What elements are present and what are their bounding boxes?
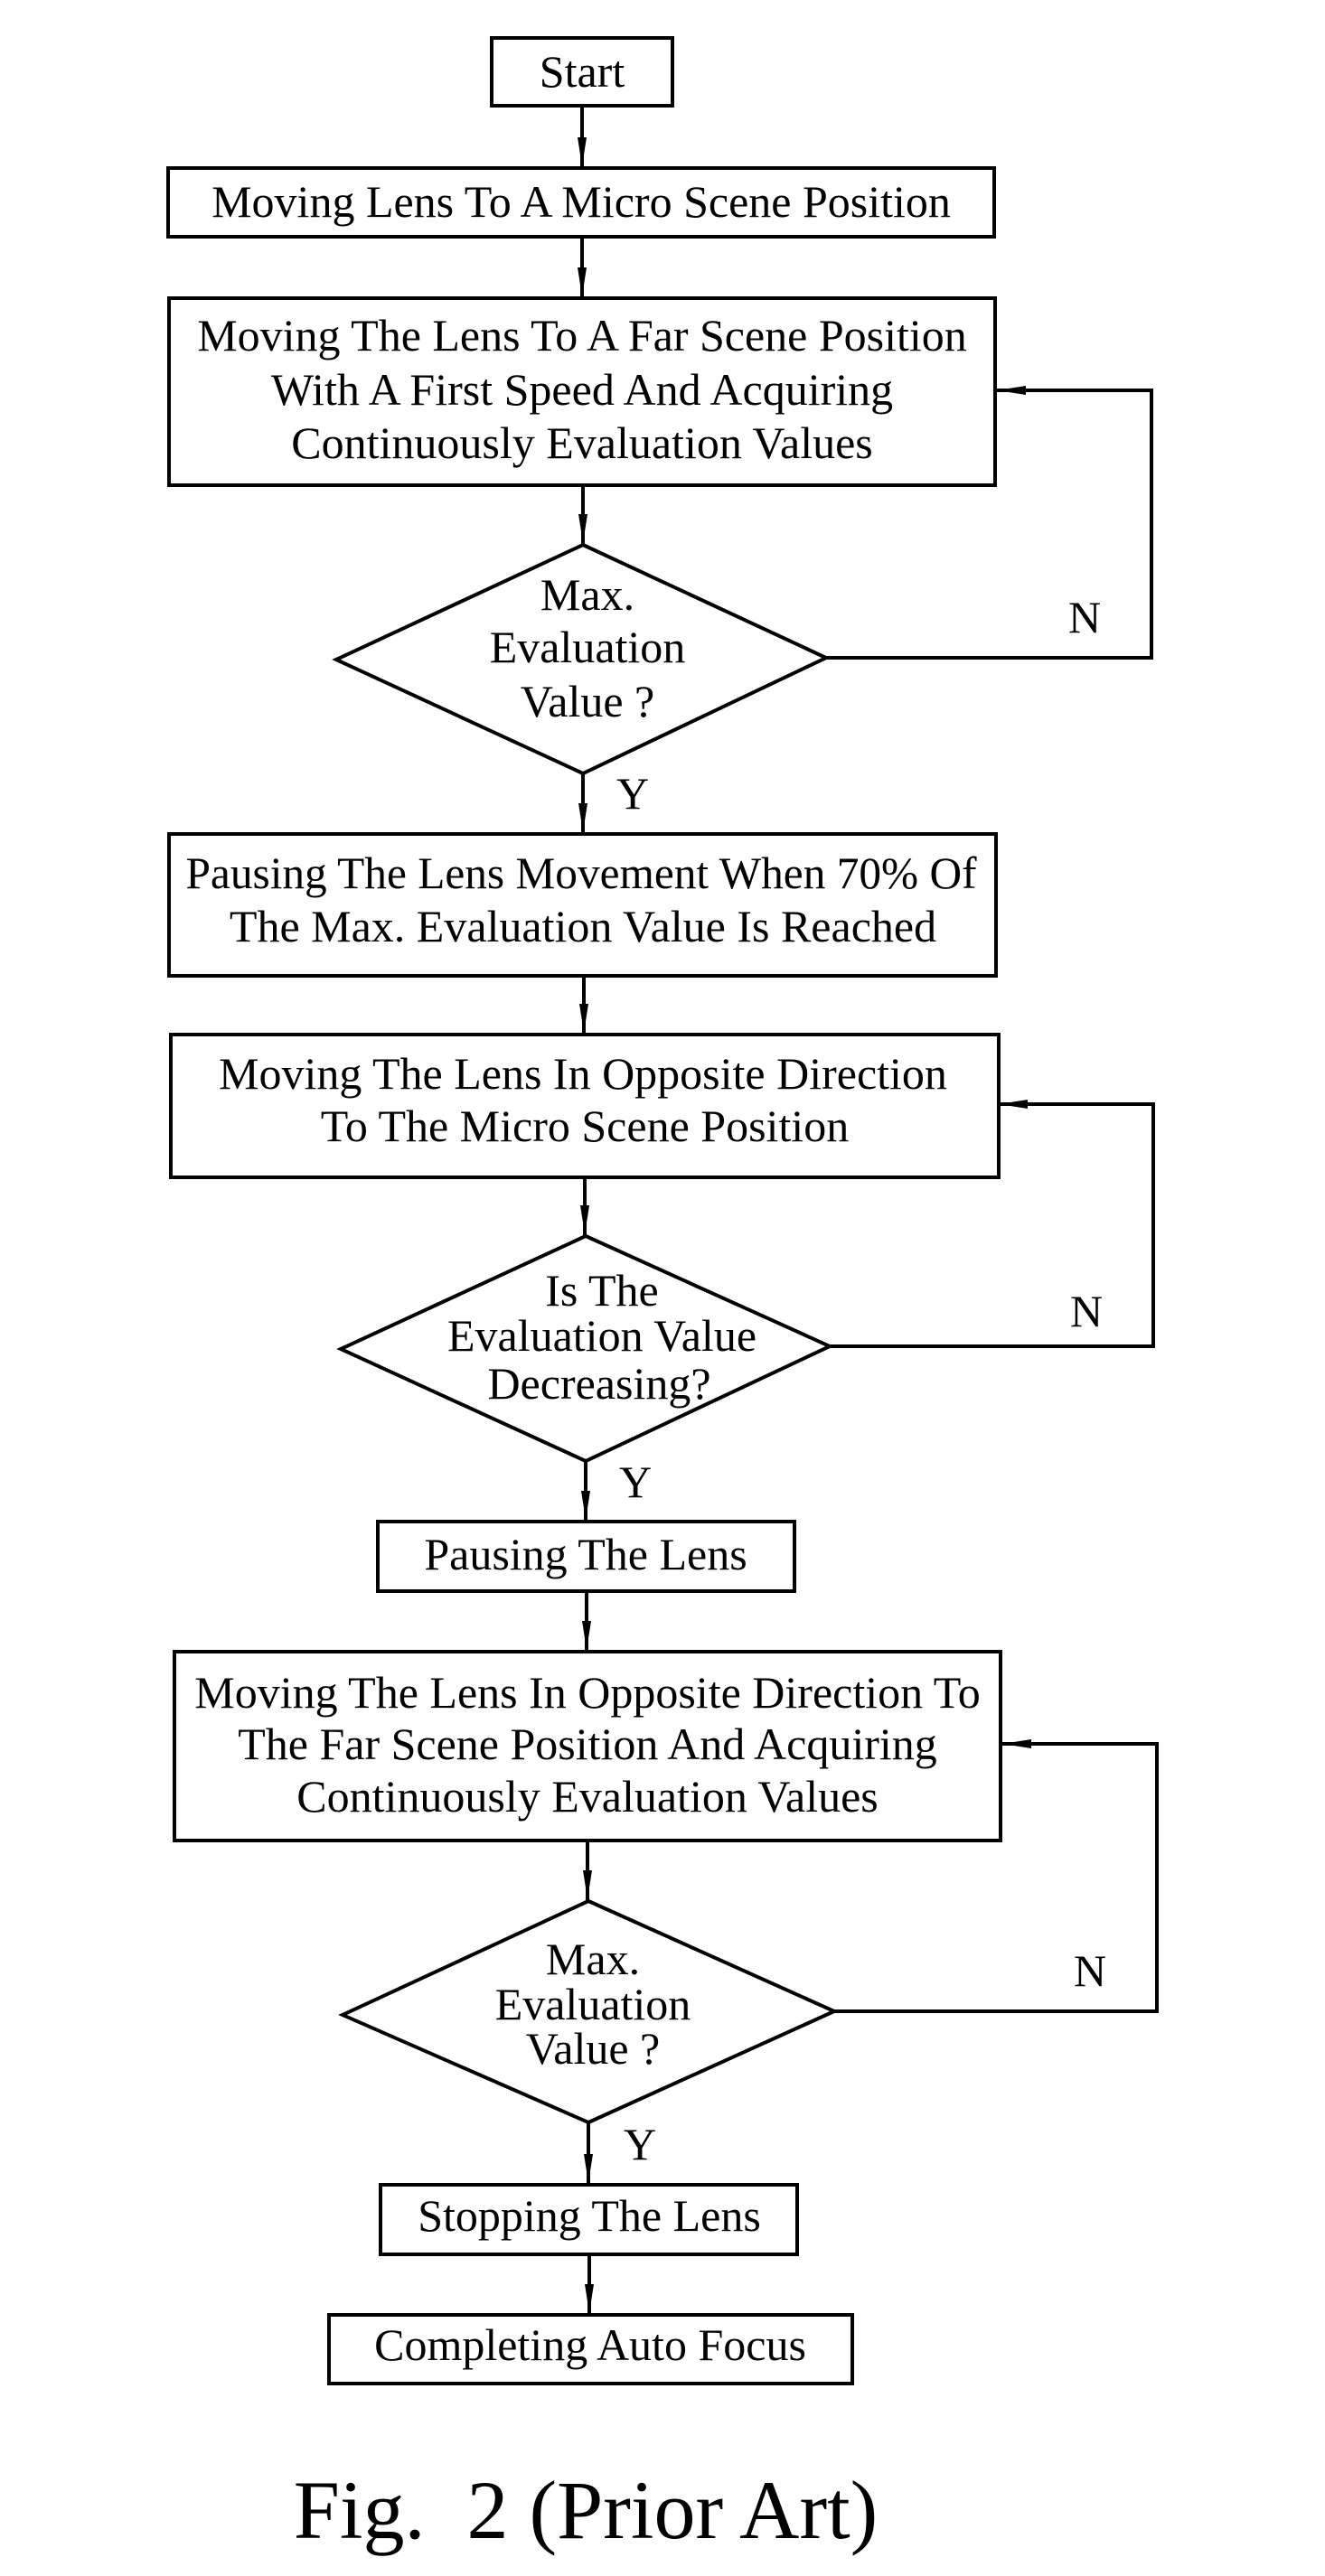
arrowhead-icon: [583, 1870, 592, 1899]
arrowhead-icon: [585, 2284, 594, 2313]
arrowhead-icon: [578, 803, 587, 832]
node-move-opposite-far: Moving The Lens In Opposite Direction To…: [173, 1650, 1002, 1842]
node-label-line-2: Evaluation Value: [447, 1310, 756, 1361]
node-decision-decreasing: Is The Evaluation Value Decreasing?: [336, 1233, 834, 1464]
node-label-line-3: Continuously Evaluation Values: [296, 1771, 878, 1822]
node-label-line-3: Continuously Evaluation Values: [291, 417, 872, 468]
flowchart-figure: Start Moving Lens To A Micro Scene Posit…: [166, 36, 1159, 2556]
node-label-line-2: Evaluation: [490, 622, 686, 672]
arrowhead-left-icon: [997, 386, 1026, 395]
node-label-line-1: Max.: [546, 1934, 640, 1984]
arrowhead-icon: [584, 2154, 593, 2183]
node-label-line-2: To The Micro Scene Position: [321, 1101, 849, 1151]
node-pause-70: Pausing The Lens Movement When 70% Of Th…: [167, 832, 998, 978]
arrowhead-icon: [578, 267, 587, 296]
node-decision-max-1: Max. Evaluation Value ?: [332, 542, 831, 776]
node-label-line-3: Value ?: [521, 676, 655, 726]
arrowhead-icon: [578, 514, 587, 543]
node-label: Start: [540, 46, 625, 97]
arrowhead-icon: [579, 1004, 588, 1033]
node-label-line-1: Is The: [545, 1265, 658, 1316]
node-complete-af: Completing Auto Focus: [327, 2313, 854, 2385]
branch-label-yes: Y: [624, 2119, 656, 2169]
figure-caption: Fig. 2 (Prior Art): [294, 2464, 879, 2556]
node-label-line-3: Value ?: [526, 2023, 661, 2074]
node-label-line-2: Evaluation: [495, 1979, 691, 2029]
node-label: Completing Auto Focus: [374, 2319, 806, 2370]
node-label-line-1: Moving The Lens In Opposite Direction To: [194, 1667, 981, 1718]
node-start: Start: [490, 36, 674, 108]
node-stop-lens: Stopping The Lens: [379, 2183, 799, 2256]
arrowhead-icon: [582, 1621, 591, 1650]
node-label-line-1: Max.: [540, 569, 634, 620]
node-label-line-1: Pausing The Lens Movement When 70% Of: [186, 848, 977, 898]
node-move-far-first-speed: Moving The Lens To A Far Scene Position …: [167, 296, 997, 487]
branch-label-yes: Y: [616, 768, 649, 819]
branch-label-no: N: [1068, 592, 1101, 642]
node-move-micro: Moving Lens To A Micro Scene Position: [166, 166, 996, 239]
branch-label-no: N: [1074, 1945, 1106, 1996]
node-label-line-3: Decreasing?: [487, 1358, 710, 1409]
node-label-line-2: With A First Speed And Acquiring: [271, 364, 893, 415]
arrowhead-icon: [580, 1205, 589, 1234]
node-label-line-2: The Max. Evaluation Value Is Reached: [230, 901, 936, 951]
node-label-line-2: The Far Scene Position And Acquiring: [238, 1719, 937, 1769]
node-label: Stopping The Lens: [418, 2190, 761, 2241]
arrowhead-icon: [578, 137, 587, 166]
branch-label-no: N: [1070, 1286, 1103, 1336]
node-label: Moving Lens To A Micro Scene Position: [211, 176, 951, 227]
node-move-opposite-micro: Moving The Lens In Opposite Direction To…: [169, 1033, 1001, 1179]
branch-label-yes: Y: [619, 1457, 652, 1507]
arrowhead-icon: [581, 1491, 590, 1520]
node-label-line-1: Moving The Lens In Opposite Direction: [219, 1048, 947, 1099]
node-pause-lens: Pausing The Lens: [376, 1520, 796, 1593]
arrowhead-left-icon: [1002, 1739, 1031, 1748]
arrowhead-left-icon: [999, 1100, 1028, 1109]
node-label: Pausing The Lens: [424, 1529, 747, 1579]
node-decision-max-2: Max. Evaluation Value ?: [338, 1898, 839, 2125]
node-label-line-1: Moving The Lens To A Far Scene Position: [197, 310, 967, 361]
